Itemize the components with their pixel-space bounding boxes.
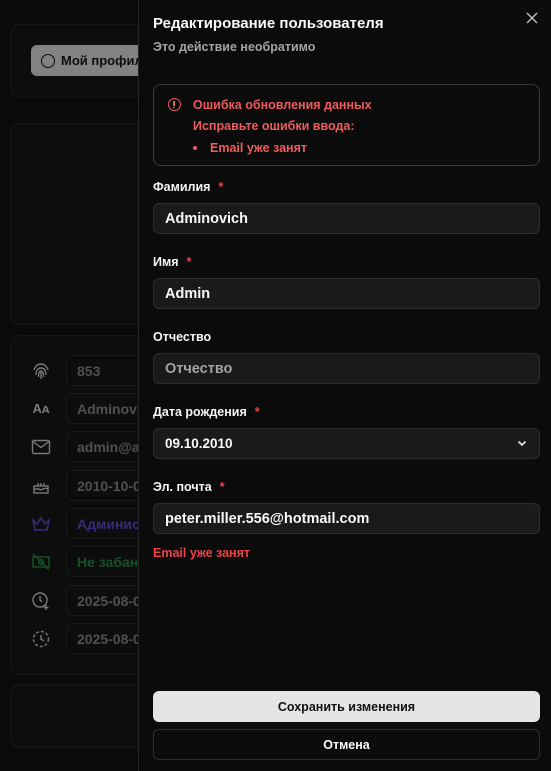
info-row-lastname: Aᴀ Adminovich (30, 393, 146, 424)
user-id-field: 853 (66, 355, 146, 386)
email-error-message: Email уже занят (153, 546, 251, 560)
alert-list-item: Email уже занят (193, 141, 307, 155)
info-row-role: Администратор (30, 508, 146, 539)
role-field: Администратор (66, 508, 146, 539)
alert-circle-icon (168, 98, 181, 111)
mail-icon (30, 436, 52, 458)
alert-title: Ошибка обновления данных (193, 98, 372, 112)
footer-card (10, 684, 150, 748)
lastname-input[interactable]: Adminovich (153, 203, 540, 234)
my-profile-button[interactable]: Мой профиль (31, 45, 151, 76)
save-changes-button[interactable]: Сохранить изменения (153, 691, 540, 722)
edit-user-sheet: Редактирование пользователя Это действие… (138, 0, 551, 771)
required-marker: * (254, 405, 260, 419)
birthdate-label: Дата рождения * (153, 405, 260, 419)
email-field-bg: admin@admin.com (66, 431, 146, 462)
chevron-down-icon (517, 440, 527, 447)
email-input[interactable]: peter.miller.556@hotmail.com (153, 503, 540, 534)
lastname-label-text: Фамилия (153, 180, 211, 194)
info-row-id: 853 (30, 355, 146, 386)
birthdate-field-bg: 2010-10-09 (66, 470, 146, 501)
info-row-birthdate: 2010-10-09 (30, 470, 146, 501)
cancel-button[interactable]: Отмена (153, 729, 540, 760)
created-at-field: 2025-08-01 (66, 585, 146, 616)
required-marker: * (218, 180, 224, 194)
firstname-label: Имя * (153, 255, 191, 269)
patronymic-label: Отчество (153, 330, 211, 344)
fingerprint-icon (30, 360, 52, 382)
money-off-icon (30, 551, 52, 573)
firstname-input[interactable]: Admin (153, 278, 540, 309)
required-marker: * (186, 255, 192, 269)
ban-status-field: Не забанен (66, 546, 146, 577)
email-label: Эл. почта * (153, 480, 225, 494)
lastname-label: Фамилия * (153, 180, 223, 194)
required-marker: * (219, 480, 225, 494)
lastname-field: Adminovich (66, 393, 146, 424)
sheet-title: Редактирование пользователя (153, 15, 384, 32)
patronymic-label-text: Отчество (153, 330, 212, 344)
firstname-label-text: Имя (153, 255, 179, 269)
info-row-updated: 2025-08-01 (30, 623, 146, 654)
email-label-text: Эл. почта (153, 480, 212, 494)
birthdate-value: 09.10.2010 (165, 436, 233, 451)
history-icon (30, 628, 52, 650)
updated-at-field: 2025-08-01 (66, 623, 146, 654)
clock-plus-icon (30, 590, 52, 612)
avatar-card (10, 123, 150, 325)
cake-icon (30, 475, 52, 497)
patronymic-input[interactable]: Отчество (153, 353, 540, 384)
text-size-icon: Aᴀ (32, 401, 50, 416)
info-row-ban: Не забанен (30, 546, 146, 577)
crown-icon (30, 513, 52, 535)
birthdate-label-text: Дата рождения (153, 405, 247, 419)
info-row-created: 2025-08-01 (30, 585, 146, 616)
info-row-email: admin@admin.com (30, 431, 146, 462)
close-icon[interactable] (525, 12, 539, 26)
birthdate-select[interactable]: 09.10.2010 (153, 428, 540, 459)
alert-description: Исправьте ошибки ввода: (193, 119, 355, 133)
user-circle-icon (41, 53, 55, 68)
error-alert: Ошибка обновления данных Исправьте ошибк… (153, 84, 540, 166)
sheet-subtitle: Это действие необратимо (153, 40, 316, 54)
